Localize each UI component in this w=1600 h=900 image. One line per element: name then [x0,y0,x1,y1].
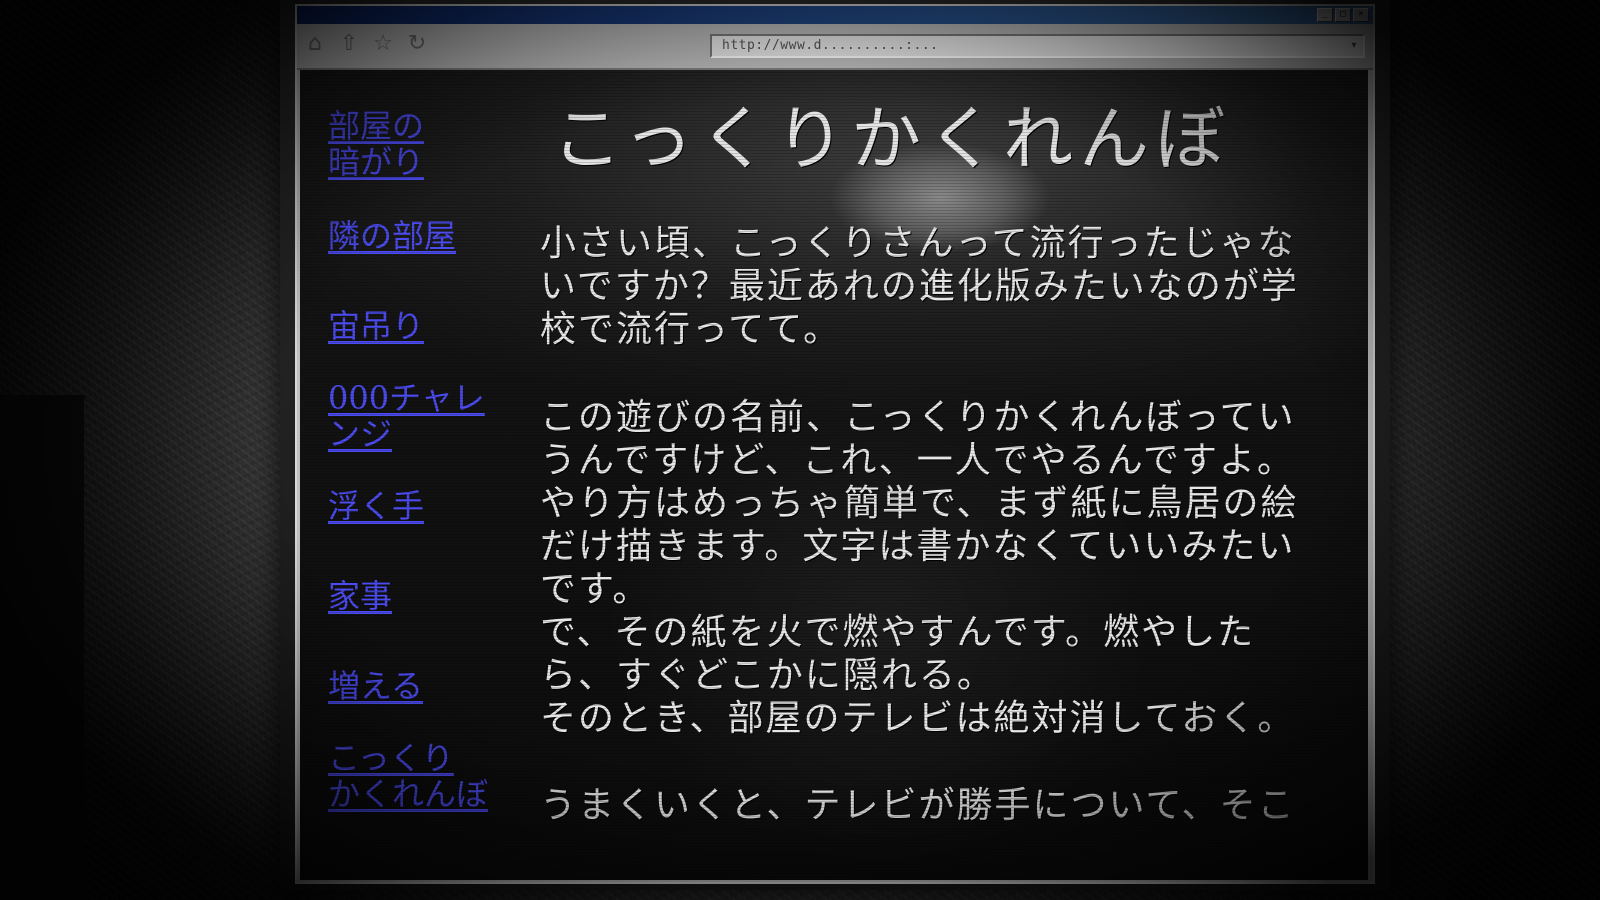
page-viewport: 部屋の 暗がり 隣の部屋 宙吊り 000チャレ ンジ 浮く手 家事 増える こっ… [300,70,1368,880]
sidebar-link-next-room[interactable]: 隣の部屋 [328,218,518,254]
maximize-button[interactable]: □ [1335,8,1351,22]
link-line: こっくり [328,740,454,777]
text-line: そのとき、部屋のテレビは絶対消しておく。 [540,698,1296,739]
address-bar[interactable]: http://www.d..........:... ▾ [710,34,1365,58]
sidebar-link-room-dark[interactable]: 部屋の 暗がり [328,108,518,180]
sidebar-link-housework[interactable]: 家事 [328,578,518,614]
game-scene: _ □ × ⌂ ⇧ ☆ ↻ http://www.d..........:...… [0,0,1600,900]
text-line: で、その紙を火で燃やすんです。燃やした [540,612,1256,653]
link-line: 000チャレ [328,379,485,417]
text-line: うんですけど、これ、一人でやるんですよ。 [540,440,1295,481]
article-paragraph: 小さい頃、こっくりさんって流行ったじゃな いですか？最近あれの進化版みたいなのが… [540,222,1352,351]
refresh-icon[interactable]: ↻ [405,32,429,56]
text-line: です。 [540,569,651,610]
up-icon[interactable]: ⇧ [337,32,361,56]
dropdown-icon[interactable]: ▾ [1347,38,1361,54]
page-title: こっくりかくれんぼ [552,98,1232,180]
link-line: 部屋の [328,107,425,145]
sidebar-link-hanging[interactable]: 宙吊り [328,308,518,344]
home-icon[interactable]: ⌂ [303,32,327,56]
address-text: http://www.d..........:... [722,38,939,53]
sidebar-link-kokkuri[interactable]: こっくり かくれんぼ [328,740,518,840]
link-line: ンジ [328,415,393,453]
link-line: 隣の部屋 [328,217,457,255]
text-line: いですか？最近あれの進化版みたいなのが学 [540,266,1299,307]
text-line: うまくいくと、テレビが勝手について、そこ [540,785,1296,826]
text-line: 校で流行ってて。 [540,309,842,350]
window-controls: _ □ × [1317,8,1369,22]
link-line: 増える [328,667,424,705]
dark-doorway [0,395,84,900]
close-button[interactable]: × [1353,8,1369,22]
link-line: 暗がり [328,143,425,181]
link-line: 浮く手 [328,487,425,525]
browser-toolbar: ⌂ ⇧ ☆ ↻ http://www.d..........:... ▾ [297,24,1373,70]
link-line: 家事 [328,577,393,615]
title-bar: _ □ × [297,6,1373,24]
sidebar-link-increase[interactable]: 増える [328,668,518,704]
text-line: ら、すぐどこかに隠れる。 [540,655,995,696]
sidebar-link-floating-hand[interactable]: 浮く手 [328,488,518,524]
minimize-button[interactable]: _ [1317,8,1333,22]
text-line: 小さい頃、こっくりさんって流行ったじゃな [540,223,1296,264]
text-line: この遊びの名前、こっくりかくれんぼってい [540,397,1296,438]
link-line: かくれんぼ [328,775,489,813]
link-line: 宙吊り [328,307,425,345]
browser-window: _ □ × ⌂ ⇧ ☆ ↻ http://www.d..........:...… [295,4,1375,884]
favorite-icon[interactable]: ☆ [371,32,395,56]
text-line: だけ描きます。文字は書かなくていいみたい [540,526,1296,567]
article-paragraph: この遊びの名前、こっくりかくれんぼってい うんですけど、これ、一人でやるんですよ… [540,396,1352,740]
text-line: やり方はめっちゃ簡単で、まず紙に鳥居の絵 [540,483,1299,524]
article-paragraph: うまくいくと、テレビが勝手について、そこ [540,784,1352,827]
sidebar-link-challenge[interactable]: 000チャレ ンジ [328,380,518,452]
